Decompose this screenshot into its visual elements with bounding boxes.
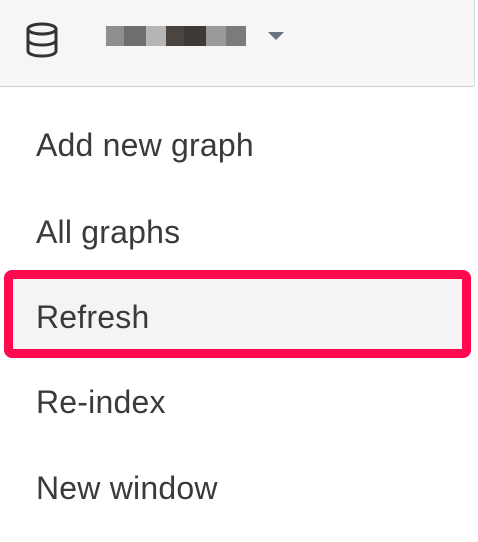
graph-selector-dropdown[interactable] xyxy=(100,22,300,52)
menu-item-new-window[interactable]: New window xyxy=(0,462,478,542)
menu-item-label: New window xyxy=(36,470,218,506)
menu-item-label: Refresh xyxy=(36,299,150,335)
chevron-down-icon[interactable] xyxy=(268,32,284,40)
database-icon[interactable] xyxy=(22,20,62,60)
menu-item-add-new-graph[interactable]: Add new graph xyxy=(0,119,478,199)
header-edge-divider xyxy=(474,0,478,86)
menu-item-label: All graphs xyxy=(36,214,181,250)
menu-item-re-index[interactable]: Re-index xyxy=(0,376,478,456)
menu-item-label: Add new graph xyxy=(36,127,254,163)
menu-item-label: Re-index xyxy=(36,384,166,420)
graph-header xyxy=(0,0,474,87)
menu-item-refresh[interactable]: Refresh xyxy=(0,283,478,363)
graph-name-obscured xyxy=(106,26,246,46)
